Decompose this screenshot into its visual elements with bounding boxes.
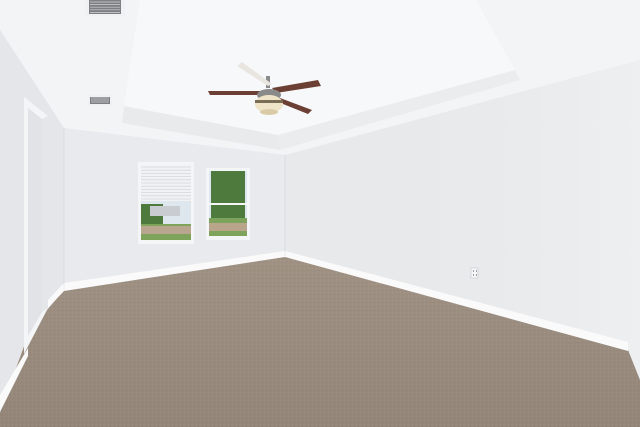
doorway-opening	[28, 108, 42, 336]
room-illustration	[0, 0, 640, 427]
window-right	[206, 168, 250, 240]
empty-room-photo	[0, 0, 640, 427]
electrical-outlet-icon	[470, 267, 479, 279]
door-jamb-shadow	[42, 116, 48, 312]
window-left	[138, 162, 194, 244]
air-vent-icon	[85, 0, 125, 16]
air-vent-icon	[88, 95, 112, 106]
